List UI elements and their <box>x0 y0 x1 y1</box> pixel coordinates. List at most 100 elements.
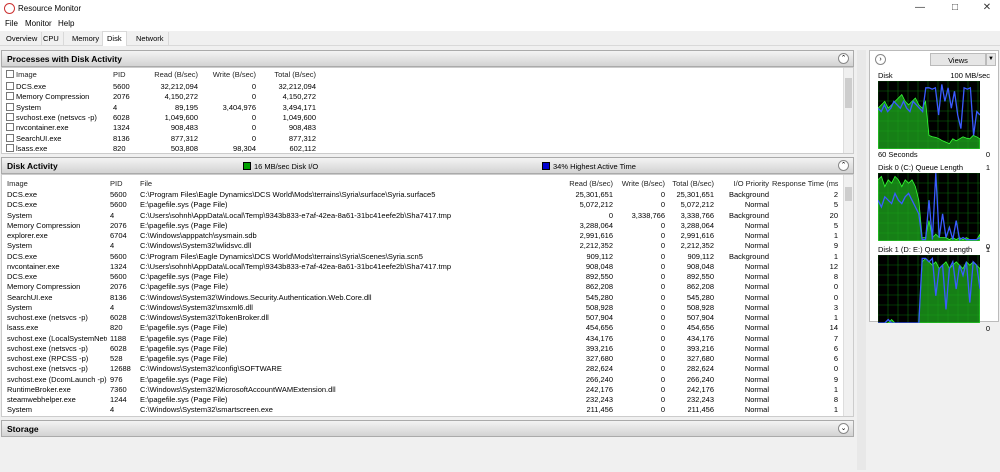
table-row[interactable]: Memory Compression 2076 E:\pagefile.sys (P… <box>2 221 842 231</box>
table-row[interactable]: RuntimeBroker.exe 7360 C:\Windows\System32… <box>2 385 842 395</box>
cell-4: 0 <box>660 200 665 210</box>
table-row[interactable]: DCS.exe 5600 C:\Program Files\Eagle Dynami… <box>2 252 842 262</box>
cell-6: Normal <box>744 374 769 384</box>
table-row[interactable]: nvcontainer.exe 1324 C:\Users\sohnh\AppDat… <box>2 262 842 272</box>
cell-5: 266,240 <box>686 374 714 384</box>
cell-2: C:\Users\sohnh\AppData\Local\Temp\9343b8… <box>140 261 452 271</box>
minimize-button[interactable]: — <box>905 2 935 16</box>
table-row[interactable]: Memory Compression 2076 4,150,272 0 4,150,27… <box>2 92 842 102</box>
processes-section-header[interactable]: Processes with Disk Activity ⌃ <box>1 50 854 67</box>
table-row[interactable]: steamwebhelper.exe 1244 E:\pagefile.sys (P… <box>2 395 842 405</box>
menu-monitor[interactable]: Monitor <box>25 19 52 28</box>
collapse-chevron-icon[interactable]: ⌃ <box>838 53 849 64</box>
cell-3: 242,176 <box>585 384 613 394</box>
scrollbar[interactable] <box>843 175 853 416</box>
table-row[interactable]: DCS.exe 5600 C:\pagefile.sys (Page File) 89… <box>2 272 842 282</box>
tab-network[interactable]: Network <box>132 32 169 45</box>
maximize-button[interactable]: □ <box>940 2 970 16</box>
cell-6: Normal <box>744 302 769 312</box>
cell-5: 3,288,064 <box>680 220 714 230</box>
collapse-chevron-icon[interactable]: ⌃ <box>838 160 849 171</box>
splitter[interactable] <box>857 50 866 470</box>
table-row[interactable]: System 4 89,195 3,404,976 3,494,171 <box>2 103 842 113</box>
cell-2: 877,312 <box>170 133 198 143</box>
column-header-2[interactable]: Read (B/sec) <box>142 70 198 79</box>
table-row[interactable]: svchost.exe (RPCSS -p) 528 E:\pagefile.sys… <box>2 354 842 364</box>
cell-0: svchost.exe (netsvcs -p) <box>7 343 88 353</box>
column-header-1[interactable]: PID <box>110 179 138 188</box>
column-header-4[interactable]: Total (B/sec) <box>260 70 316 79</box>
expand-panel-icon[interactable]: › <box>875 54 886 65</box>
table-row[interactable]: System 4 C:\Users\sohnh\AppData\Local\Temp… <box>2 211 842 221</box>
cell-4: 3,338,766 <box>631 210 665 220</box>
cell-2: E:\pagefile.sys (Page File) <box>140 200 228 210</box>
select-all-checkbox[interactable] <box>6 70 14 78</box>
table-row[interactable]: System 4 C:\Windows\System32\msxml6.dll 508… <box>2 303 842 313</box>
graph-panel: › Views ▼ Disk 100 MB/sec 0 60 Seconds Disk … <box>869 50 999 333</box>
cell-0: System <box>16 102 42 112</box>
table-row[interactable]: nvcontainer.exe 1324 908,483 0 908,483 <box>2 123 842 133</box>
views-dropdown-icon[interactable]: ▼ <box>986 53 996 66</box>
cell-2: E:\pagefile.sys (Page File) <box>140 323 228 333</box>
cell-6: Normal <box>744 343 769 353</box>
table-row[interactable]: DCS.exe 5600 C:\Program Files\Eagle Dynami… <box>2 190 842 200</box>
table-row[interactable]: SearchUI.exe 8136 877,312 0 877,312 <box>2 134 842 144</box>
table-row[interactable]: SearchUI.exe 8136 C:\Windows\System32\Wind… <box>2 293 842 303</box>
column-header-6[interactable]: I/O Priority <box>717 179 769 188</box>
app-icon <box>4 3 15 14</box>
graph-0 <box>877 80 981 150</box>
table-row[interactable]: svchost.exe (netsvcs -p) 6028 E:\pagefile.… <box>2 344 842 354</box>
tab-memory[interactable]: Memory <box>68 32 105 45</box>
cell-1: 1324 <box>110 261 127 271</box>
cell-3: 0 <box>251 133 256 143</box>
storage-section-header[interactable]: Storage ⌄ <box>1 420 854 437</box>
table-row[interactable]: svchost.exe (netsvcs -p) 6028 C:\Windows\S… <box>2 313 842 323</box>
cell-7: 2 <box>833 190 838 199</box>
cell-7: 1 <box>833 405 838 415</box>
cell-0: RuntimeBroker.exe <box>7 384 71 394</box>
table-row[interactable]: lsass.exe 820 E:\pagefile.sys (Page File) 4… <box>2 323 842 333</box>
cell-3: 892,550 <box>585 272 613 281</box>
column-header-0[interactable]: Image <box>16 70 106 79</box>
table-row[interactable]: lsass.exe 820 503,808 98,304 602,112 <box>2 144 842 154</box>
table-row[interactable]: System 4 C:\Windows\System32\smartscreen.e… <box>2 405 842 415</box>
menu-file[interactable]: File <box>5 19 18 28</box>
table-row[interactable]: System 4 C:\Windows\System32\wlidsvc.dll 2,… <box>2 241 842 251</box>
cell-3: 0 <box>251 92 256 102</box>
table-row[interactable]: svchost.exe (DcomLaunch -p) 976 E:\pagefil… <box>2 375 842 385</box>
table-row[interactable]: svchost.exe (netsvcs -p) 6028 1,049,600 0 1,… <box>2 113 842 123</box>
disk-activity-section-header[interactable]: Disk Activity 16 MB/sec Disk I/O 34% Hig… <box>1 157 854 174</box>
graph-max-label: 1 <box>985 245 990 254</box>
cell-4: 0 <box>660 405 665 415</box>
cell-0: svchost.exe (netsvcs -p) <box>7 364 88 374</box>
table-row[interactable]: DCS.exe 5600 32,212,094 0 32,212,094 <box>2 82 842 92</box>
column-header-4[interactable]: Write (B/sec) <box>617 179 665 188</box>
column-header-1[interactable]: PID <box>113 70 143 79</box>
column-header-5[interactable]: Total (B/sec) <box>668 179 714 188</box>
tab-disk[interactable]: Disk <box>102 31 127 46</box>
table-row[interactable]: svchost.exe (LocalSystemNetw... 1188 E:\pa… <box>2 334 842 344</box>
cell-1: 7360 <box>110 384 127 394</box>
column-header-2[interactable]: File <box>140 179 570 188</box>
close-button[interactable]: ✕ <box>972 2 1000 16</box>
scrollbar[interactable] <box>843 68 853 153</box>
cell-6: Normal <box>744 333 769 343</box>
column-header-3[interactable]: Write (B/sec) <box>202 70 256 79</box>
menu-help[interactable]: Help <box>58 19 74 28</box>
views-button[interactable]: Views <box>930 53 986 66</box>
tab-overview[interactable]: Overview <box>2 32 43 45</box>
cell-1: 4 <box>110 405 115 415</box>
tab-cpu[interactable]: CPU <box>39 32 64 45</box>
table-row[interactable]: explorer.exe 6704 C:\Windows\apppatch\sysm… <box>2 231 842 241</box>
column-header-0[interactable]: Image <box>7 179 107 188</box>
column-header-7[interactable]: Response Time (ms) <box>772 179 838 188</box>
table-row[interactable]: Memory Compression 2076 C:\pagefile.sys (P… <box>2 282 842 292</box>
cell-1: 4 <box>113 102 118 112</box>
cell-4: 602,112 <box>289 143 316 153</box>
cell-3: 393,216 <box>585 343 613 353</box>
table-row[interactable]: svchost.exe (netsvcs -p) 12688 C:\Windows\… <box>2 364 842 374</box>
cell-0: svchost.exe (DcomLaunch -p) <box>7 374 107 384</box>
column-header-3[interactable]: Read (B/sec) <box>562 179 613 188</box>
table-row[interactable]: DCS.exe 5600 E:\pagefile.sys (Page File) 5,… <box>2 200 842 210</box>
expand-chevron-icon[interactable]: ⌄ <box>838 423 849 434</box>
